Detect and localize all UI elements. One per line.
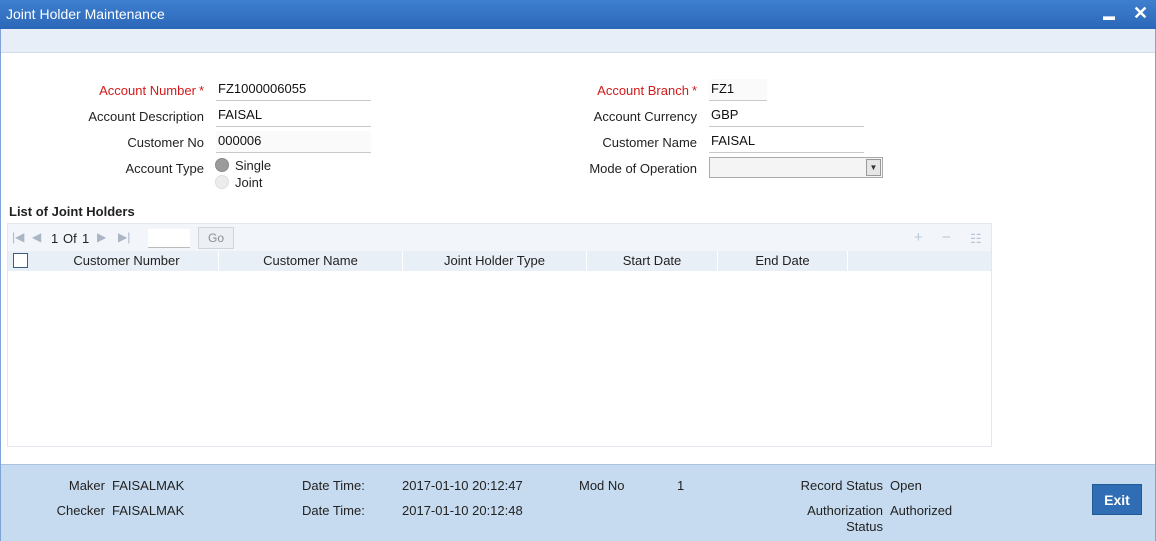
next-page-icon[interactable]: ▶ bbox=[97, 230, 106, 244]
customer-no-field[interactable]: 000006 bbox=[216, 131, 371, 153]
grid-header-row: Customer Number Customer Name Joint Hold… bbox=[8, 251, 991, 271]
record-status-value: Open bbox=[890, 478, 922, 493]
customer-name-label: Customer Name bbox=[602, 135, 697, 150]
account-description-label: Account Description bbox=[88, 109, 204, 124]
maker-date-time-label: Date Time: bbox=[302, 478, 365, 493]
dropdown-arrow-icon[interactable]: ▼ bbox=[866, 159, 881, 176]
account-type-single-label: Single bbox=[235, 158, 272, 173]
previous-page-icon[interactable]: ◀ bbox=[32, 230, 41, 244]
last-page-icon[interactable]: ▶| bbox=[118, 230, 130, 244]
account-type-label: Account Type bbox=[125, 161, 204, 176]
select-all-checkbox[interactable] bbox=[13, 253, 28, 268]
account-number-label: Account Number * bbox=[99, 83, 204, 98]
minimize-icon[interactable]: ▬ bbox=[1103, 6, 1115, 26]
checker-date-time-value: 2017-01-10 20:12:48 bbox=[402, 503, 523, 518]
account-number-field[interactable]: FZ1000006055 bbox=[216, 79, 371, 101]
audit-footer: Maker FAISALMAK Checker FAISALMAK Date T… bbox=[0, 464, 1156, 541]
authorization-status-label-line2: Status bbox=[846, 519, 883, 534]
checker-date-time-label: Date Time: bbox=[302, 503, 365, 518]
column-header-customer-number[interactable]: Customer Number bbox=[35, 251, 219, 271]
mode-of-operation-select[interactable]: ▼ bbox=[709, 157, 883, 178]
column-header-customer-name[interactable]: Customer Name bbox=[219, 251, 403, 271]
account-type-joint-radio[interactable] bbox=[215, 175, 229, 189]
mod-no-value: 1 bbox=[677, 478, 685, 493]
authorization-status-value: Authorized bbox=[890, 503, 953, 518]
column-header-joint-holder-type[interactable]: Joint Holder Type bbox=[403, 251, 587, 271]
go-button[interactable]: Go bbox=[198, 227, 234, 249]
of-label: Of bbox=[63, 231, 77, 246]
window-title: Joint Holder Maintenance bbox=[6, 6, 165, 22]
checker-label: Checker bbox=[56, 503, 105, 518]
account-description-field[interactable]: FAISAL bbox=[216, 105, 371, 127]
grid-pagination-bar: |◀ ◀ 1 Of 1 ▶ ▶| Go + − ☷ bbox=[8, 224, 991, 251]
account-type-joint-label: Joint bbox=[235, 175, 263, 190]
required-marker: * bbox=[198, 83, 204, 98]
account-currency-field[interactable]: GBP bbox=[709, 105, 864, 127]
maker-value: FAISALMAK bbox=[112, 478, 185, 493]
column-header-end-date[interactable]: End Date bbox=[718, 251, 848, 271]
current-page: 1 bbox=[51, 231, 59, 246]
joint-holders-grid: |◀ ◀ 1 Of 1 ▶ ▶| Go + − ☷ Customer Numbe… bbox=[7, 223, 992, 447]
maker-label: Maker bbox=[68, 478, 105, 493]
toolbar-strip bbox=[1, 29, 1155, 53]
checker-value: FAISALMAK bbox=[112, 503, 185, 518]
account-branch-label: Account Branch * bbox=[597, 83, 697, 98]
joint-holders-title: List of Joint Holders bbox=[9, 204, 135, 219]
exit-button[interactable]: Exit bbox=[1092, 484, 1142, 515]
add-row-icon[interactable]: + bbox=[914, 229, 923, 246]
record-status-label: Record Status bbox=[800, 478, 883, 493]
total-pages: 1 bbox=[82, 231, 90, 246]
maker-date-time-value: 2017-01-10 20:12:47 bbox=[402, 478, 523, 493]
customer-no-label: Customer No bbox=[127, 135, 204, 150]
customer-name-field[interactable]: FAISAL bbox=[709, 131, 864, 153]
account-currency-label: Account Currency bbox=[593, 109, 697, 124]
first-page-icon[interactable]: |◀ bbox=[12, 230, 24, 244]
required-marker: * bbox=[691, 83, 697, 98]
close-icon[interactable]: ✕ bbox=[1133, 3, 1148, 23]
column-header-start-date[interactable]: Start Date bbox=[587, 251, 718, 271]
authorization-status-label: Authorization bbox=[807, 503, 883, 518]
single-view-icon[interactable]: ☷ bbox=[970, 231, 982, 247]
account-type-single-radio[interactable] bbox=[215, 158, 229, 172]
mode-of-operation-label: Mode of Operation bbox=[589, 161, 697, 176]
account-branch-field[interactable]: FZ1 bbox=[709, 79, 767, 101]
mod-no-label: Mod No bbox=[579, 478, 625, 493]
window-titlebar: Joint Holder Maintenance ▬ ✕ bbox=[0, 0, 1156, 29]
page-number-input[interactable] bbox=[148, 229, 190, 248]
delete-row-icon[interactable]: − bbox=[942, 229, 951, 246]
